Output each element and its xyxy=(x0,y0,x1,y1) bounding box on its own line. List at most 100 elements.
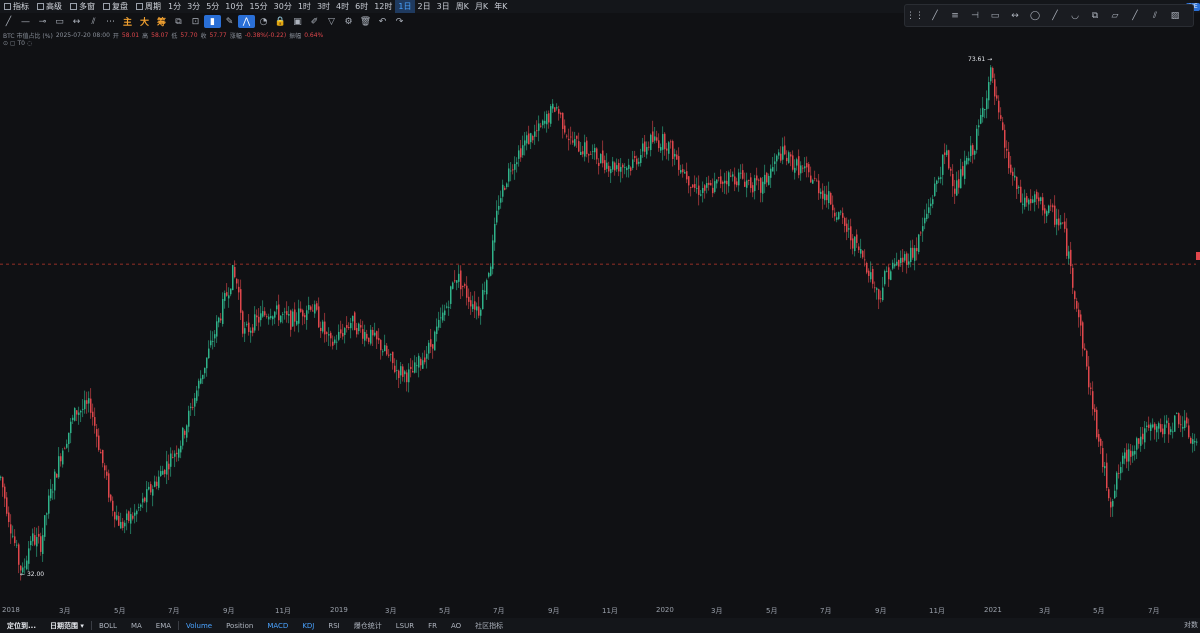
candle xyxy=(1168,417,1170,443)
indicator-liquidation[interactable]: 爆仓统计 xyxy=(347,621,389,631)
candle xyxy=(258,308,260,331)
candle xyxy=(912,239,914,260)
candle xyxy=(886,266,888,273)
candle xyxy=(694,175,696,192)
candle xyxy=(260,305,262,327)
indicator-volume[interactable]: Volume xyxy=(179,622,219,630)
indicator-position[interactable]: Position xyxy=(219,622,260,630)
candle xyxy=(312,304,314,312)
candle xyxy=(818,173,820,200)
candle xyxy=(612,156,614,173)
candle xyxy=(86,391,88,414)
candle xyxy=(174,450,176,468)
indicator-lsur[interactable]: LSUR xyxy=(389,622,421,630)
candle xyxy=(34,527,36,547)
candle xyxy=(380,338,382,360)
candlestick-chart[interactable] xyxy=(0,0,1200,603)
candle xyxy=(798,149,800,179)
candle xyxy=(656,130,658,143)
candle xyxy=(704,183,706,199)
candle xyxy=(1044,204,1046,224)
candle xyxy=(318,297,320,329)
candle xyxy=(1156,424,1158,442)
log-scale-toggle[interactable]: 对数 xyxy=(1184,620,1198,630)
candle xyxy=(1104,461,1106,476)
indicator-boll[interactable]: BOLL xyxy=(92,622,124,630)
candle xyxy=(464,282,466,289)
candle xyxy=(942,154,944,186)
candle xyxy=(552,99,554,113)
indicator-ema[interactable]: EMA xyxy=(149,622,178,630)
candle xyxy=(298,299,300,333)
candle xyxy=(596,147,598,165)
candle xyxy=(484,281,486,295)
candle xyxy=(1174,414,1176,432)
candle xyxy=(130,507,132,535)
candle xyxy=(1154,422,1156,440)
candle xyxy=(1170,426,1172,436)
x-tick-label: 9月 xyxy=(548,607,560,615)
candle xyxy=(968,151,970,165)
candle xyxy=(454,270,456,283)
indicator-rsi[interactable]: RSI xyxy=(321,622,346,630)
candle xyxy=(696,177,698,194)
candle xyxy=(1132,445,1134,463)
candle xyxy=(442,304,444,323)
candle xyxy=(172,450,174,459)
candle xyxy=(962,161,964,177)
date-range-dropdown[interactable]: 日期范围 ▾ xyxy=(43,621,91,631)
candle xyxy=(972,143,974,164)
candle xyxy=(508,163,510,188)
candle xyxy=(1182,416,1184,438)
candle xyxy=(950,166,952,177)
x-tick-label: 5月 xyxy=(766,607,778,615)
candle xyxy=(700,189,702,197)
candle xyxy=(80,409,82,423)
candle xyxy=(28,541,30,571)
candle xyxy=(836,211,838,223)
candle xyxy=(720,169,722,189)
x-tick-label: 5月 xyxy=(439,607,451,615)
candle xyxy=(876,286,878,300)
indicator-kdj[interactable]: KDJ xyxy=(295,622,321,630)
candle xyxy=(574,131,576,147)
candle xyxy=(1114,484,1116,500)
candle xyxy=(44,515,46,541)
candle xyxy=(208,340,210,359)
indicator-macd[interactable]: MACD xyxy=(260,622,295,630)
candle xyxy=(780,146,782,163)
x-tick-label: 7月 xyxy=(493,607,505,615)
candle xyxy=(296,312,298,326)
candle xyxy=(530,132,532,150)
candle xyxy=(456,280,458,291)
candle xyxy=(1184,410,1186,431)
candle xyxy=(76,409,78,422)
candle xyxy=(168,454,170,481)
candle xyxy=(444,304,446,322)
candle xyxy=(536,120,538,138)
candle xyxy=(188,405,190,433)
candle xyxy=(182,426,184,450)
candle xyxy=(12,525,14,539)
candle xyxy=(266,313,268,319)
candle xyxy=(424,350,426,365)
candle xyxy=(674,148,676,166)
candle xyxy=(510,162,512,182)
candle xyxy=(808,161,810,178)
candle xyxy=(736,177,738,188)
candle xyxy=(320,321,322,338)
indicator-community[interactable]: 社区指标 xyxy=(468,621,510,631)
indicator-fr[interactable]: FR xyxy=(421,622,444,630)
candle xyxy=(92,403,94,426)
candle xyxy=(414,355,416,374)
candle xyxy=(272,315,274,326)
locate-button[interactable]: 定位到... xyxy=(0,621,43,631)
candle xyxy=(526,131,528,151)
candle xyxy=(142,492,144,509)
candle xyxy=(1142,426,1144,445)
candle xyxy=(1134,445,1136,461)
indicator-ao[interactable]: AO xyxy=(444,622,468,630)
candle xyxy=(308,296,310,314)
indicator-ma[interactable]: MA xyxy=(124,622,149,630)
candle xyxy=(702,181,704,203)
